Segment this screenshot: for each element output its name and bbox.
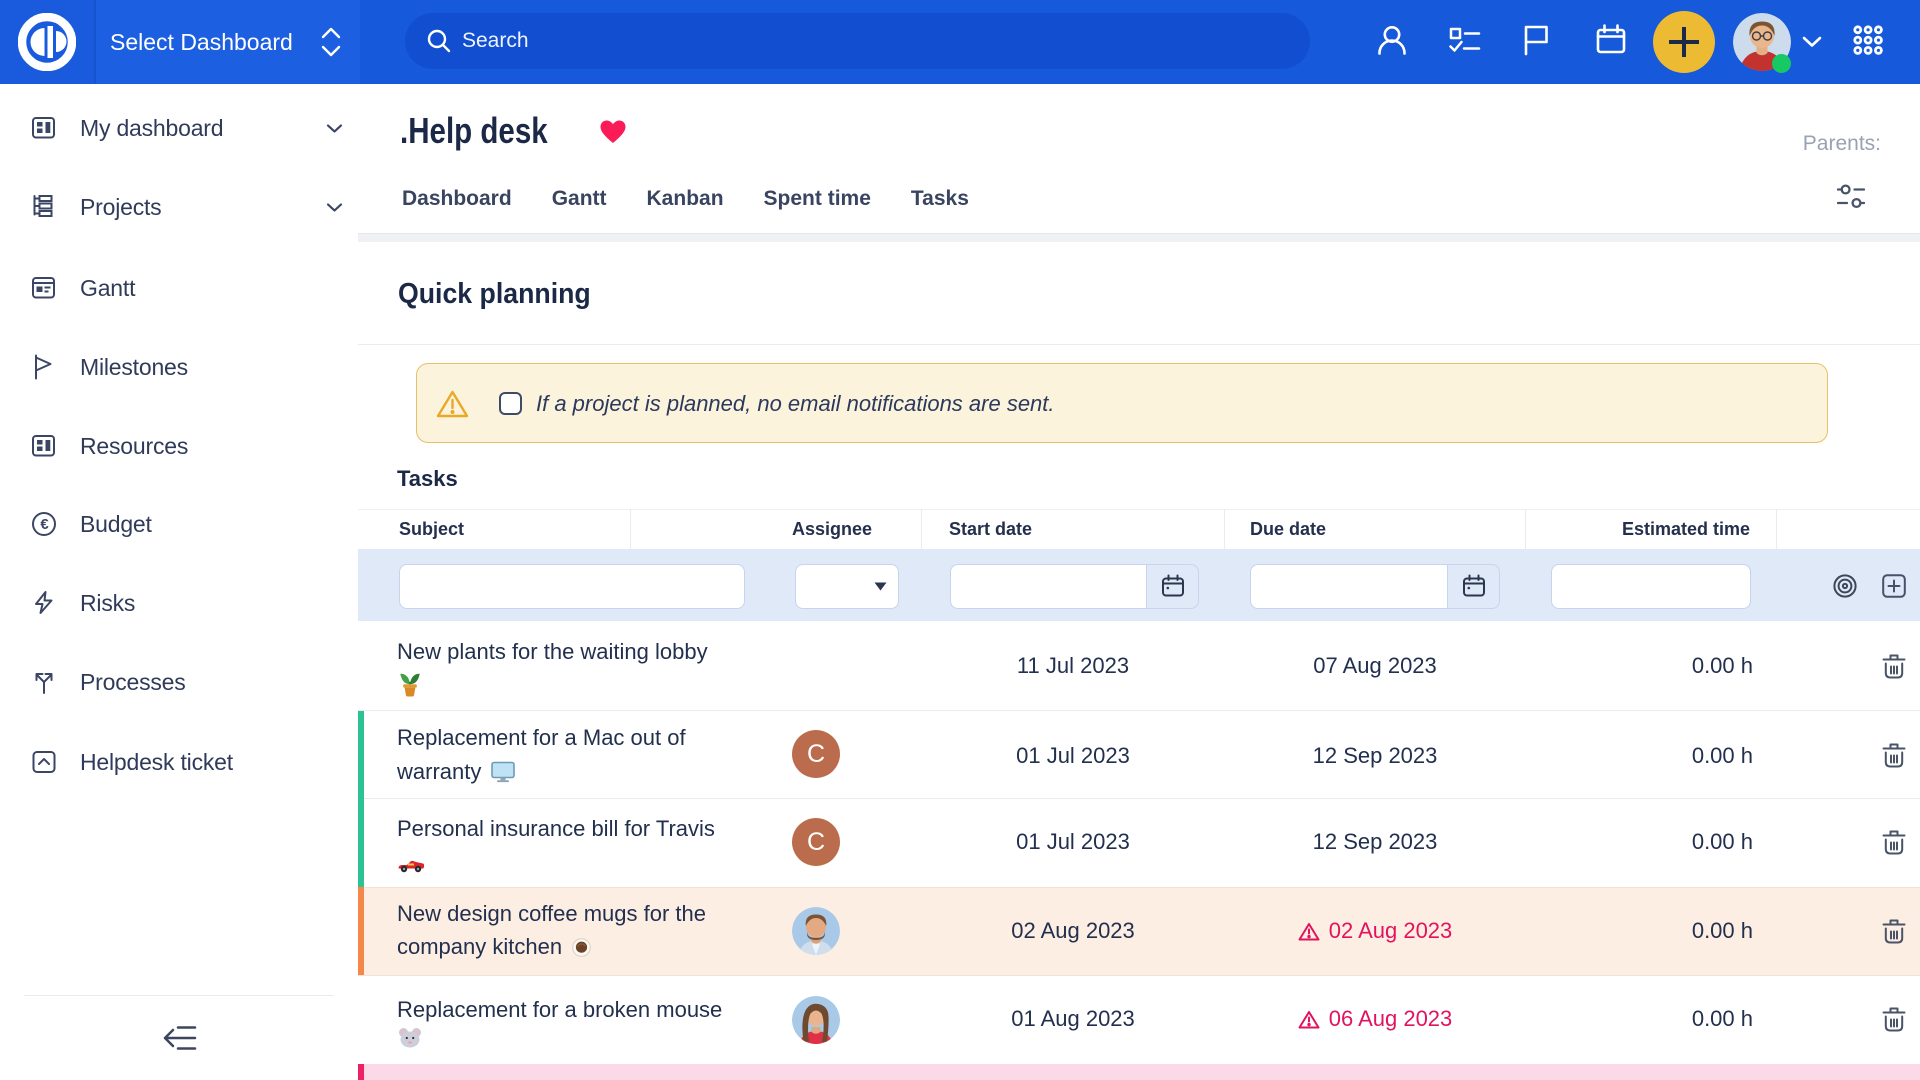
svg-text:€: €: [40, 516, 49, 533]
